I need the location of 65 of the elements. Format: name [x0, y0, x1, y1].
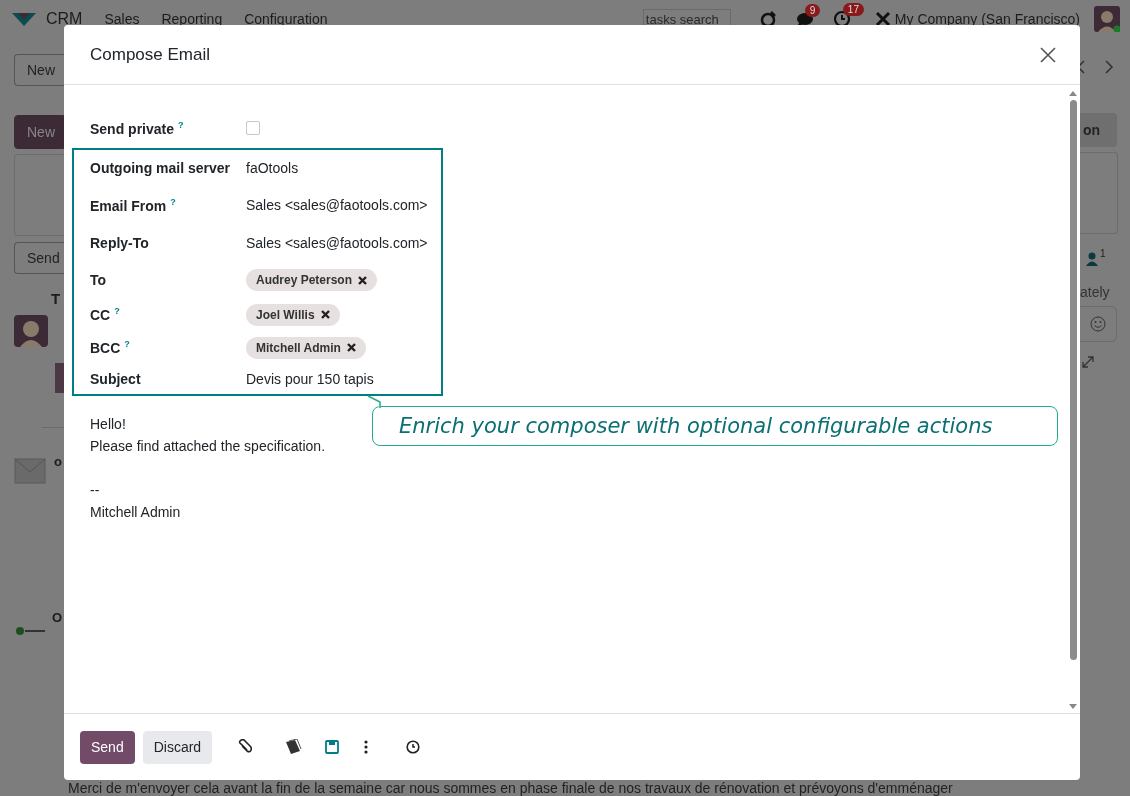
action-button[interactable]: on — [1080, 113, 1117, 147]
field-value[interactable]: faOtools — [246, 160, 299, 176]
field-label: Reply-To — [90, 235, 150, 251]
button-background — [55, 363, 64, 393]
close-icon[interactable] — [1040, 46, 1056, 63]
scrollbar-thumb[interactable] — [1069, 100, 1077, 660]
scroll-down-icon[interactable] — [1069, 704, 1077, 709]
stacked-pages-icon[interactable] — [284, 739, 303, 755]
app-name[interactable]: CRM — [46, 10, 83, 28]
field-value[interactable]: Sales <sales@faotools.com> — [246, 235, 428, 251]
remove-icon[interactable] — [346, 343, 356, 352]
checkbox[interactable] — [246, 121, 260, 135]
field-value[interactable]: Devis pour 150 tapis — [246, 371, 374, 387]
tab-label: T — [51, 290, 61, 307]
menu-item[interactable]: Sales — [104, 11, 140, 27]
field-label: Email From $^{?}$ — [90, 196, 177, 214]
menu-item[interactable]: Configuration — [244, 11, 328, 27]
save-icon[interactable] — [325, 740, 340, 754]
paperclip-icon[interactable] — [238, 739, 253, 755]
menu-item[interactable]: Reporting — [161, 11, 223, 27]
field-label: Subject — [90, 371, 142, 387]
composer-hint: ately — [1080, 284, 1110, 300]
person-icon[interactable] — [1086, 252, 1098, 266]
recipient-tag[interactable]: Mitchell Admin — [246, 336, 366, 359]
field-label: BCC $^{?}$ — [90, 339, 131, 356]
message-count-badge: 9 — [804, 4, 821, 17]
chevron-right-icon[interactable] — [1104, 60, 1114, 74]
expand-icon[interactable] — [1082, 356, 1094, 368]
tools-icon[interactable] — [874, 11, 891, 27]
discard-button[interactable]: Discard — [142, 730, 213, 764]
dialog-title: Compose Email — [90, 44, 211, 65]
send-button[interactable]: Send — [80, 730, 135, 764]
clock-icon[interactable] — [406, 740, 421, 754]
remove-icon[interactable] — [358, 275, 368, 285]
new-button[interactable]: New — [14, 115, 64, 149]
send-button[interactable]: Send — [14, 242, 64, 274]
user-avatar-icon — [14, 315, 48, 347]
scroll-up-icon[interactable] — [1069, 91, 1077, 96]
follower-count: 1 — [1100, 248, 1106, 259]
user-avatar-icon[interactable] — [1094, 6, 1120, 32]
message-paragraph: -- Mitchell Admin — [90, 481, 181, 522]
smiley-icon[interactable] — [1090, 316, 1106, 332]
recipient-tag[interactable]: Audrey Peterson — [246, 269, 378, 291]
activity-icon[interactable] — [758, 10, 777, 28]
help-mark[interactable]: ? — [178, 119, 184, 130]
callout-tail-icon — [367, 395, 381, 409]
field-label: Outgoing mail server — [90, 160, 232, 176]
activity-count-badge: 17 — [842, 3, 864, 16]
help-mark[interactable]: ? — [170, 196, 176, 207]
more-options-icon[interactable] — [364, 740, 369, 754]
help-mark[interactable]: ? — [124, 339, 130, 350]
envelope-icon — [14, 458, 46, 484]
help-mark[interactable]: ? — [114, 306, 120, 317]
author-name: o — [54, 454, 62, 469]
recipient-tag[interactable]: Joel Willis — [246, 303, 340, 326]
new-button[interactable]: New — [14, 54, 64, 86]
field-label: To — [90, 272, 108, 288]
field-value[interactable]: Sales <sales@faotools.com> — [246, 197, 428, 213]
message-paragraph: Hello! Please find attached the specification. — [90, 415, 326, 456]
field-label: CC $^{?}$ — [90, 306, 121, 323]
author-name: O — [52, 610, 63, 625]
remove-icon[interactable] — [320, 310, 330, 319]
message-text: Merci de m'envoyer cela avant la fin de la semaine car nous sommes en phase finale de nos travaux de rénovation et prévoyons d'emménager — [68, 781, 953, 795]
app-logo-icon — [10, 10, 38, 28]
field-label: Send private $^{?}$ — [90, 119, 185, 137]
